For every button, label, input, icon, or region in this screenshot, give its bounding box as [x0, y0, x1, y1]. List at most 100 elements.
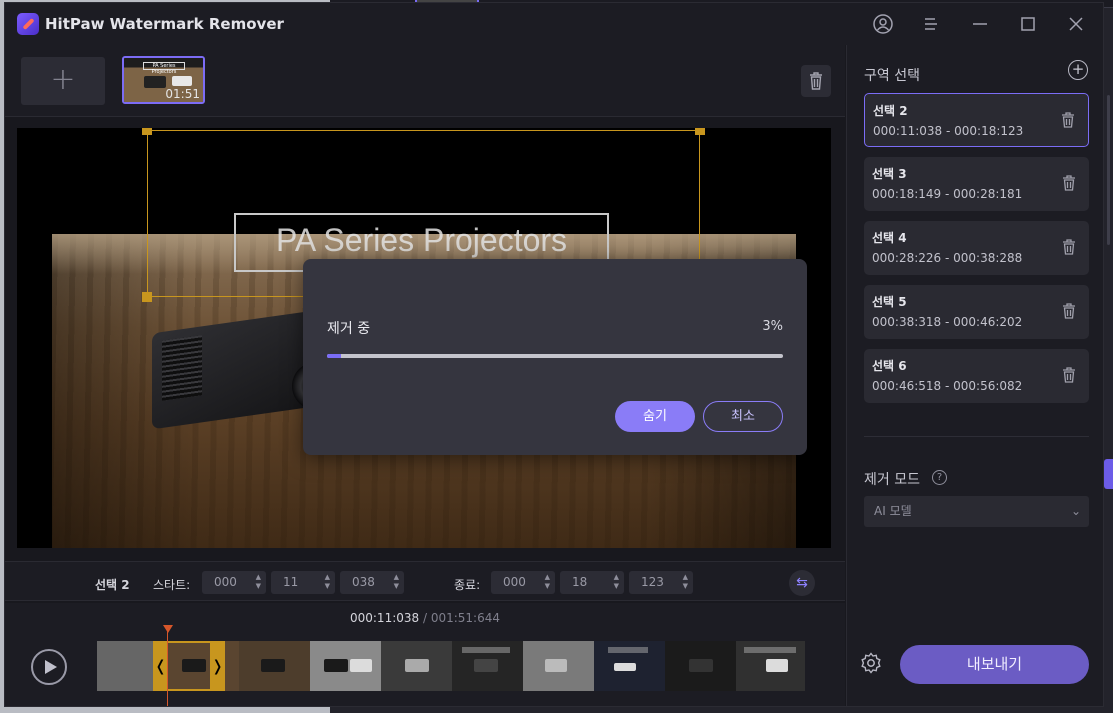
background-window-scrollbar — [1107, 95, 1110, 245]
removal-mode-value: AI 모델 — [874, 504, 912, 518]
region-item[interactable]: 선택 6 000:46:518 - 000:56:082 — [864, 349, 1089, 403]
region-time: 000:38:318 - 000:46:202 — [872, 315, 1023, 329]
filmstrip-frame — [594, 641, 665, 691]
start-label: 스타트: — [153, 578, 191, 592]
region-name: 선택 5 — [872, 295, 907, 309]
playhead-marker[interactable] — [163, 625, 173, 633]
region-name: 선택 2 — [873, 104, 908, 118]
region-item[interactable]: 선택 5 000:38:318 - 000:46:202 — [864, 285, 1089, 339]
region-time: 000:28:226 - 000:38:288 — [872, 251, 1023, 265]
start-millis-stepper[interactable]: 038 ▲ ▼ — [340, 571, 404, 594]
help-icon[interactable]: ? — [932, 470, 947, 485]
end-seconds-stepper[interactable]: 18 ▲ ▼ — [560, 571, 624, 594]
selection-name: 선택 2 — [95, 578, 130, 592]
account-icon[interactable] — [872, 13, 894, 35]
end-minutes-stepper[interactable]: 000 ▲ ▼ — [491, 571, 555, 594]
trash-icon[interactable] — [1061, 302, 1077, 320]
progress-label: 제거 중 — [327, 321, 371, 337]
selection-handle-top-left[interactable] — [142, 128, 152, 135]
settings-icon[interactable] — [859, 651, 883, 675]
time-range-bar: 선택 2 스타트: 000 ▲ ▼ 11 ▲ ▼ 038 ▲ ▼ 종료: 000 ▲ ▼ 18 ▲… — [5, 561, 845, 601]
delete-media-button[interactable] — [801, 65, 831, 97]
region-panel: 구역 선택 + 선택 2 000:11:038 - 000:18:123 선택 … — [846, 45, 1103, 706]
current-time: 000:11:038 — [349, 611, 420, 625]
selection-handle-bottom-left[interactable] — [142, 292, 152, 302]
filmstrip-frame — [523, 641, 594, 691]
stepper-arrows[interactable]: ▲ ▼ — [256, 573, 261, 591]
end-seconds-value: 18 — [572, 575, 588, 589]
end-minutes-value: 000 — [503, 575, 526, 589]
trash-icon — [810, 72, 822, 90]
trash-icon[interactable] — [1061, 238, 1077, 256]
media-toolbar: + PA Series Projectors 01:51 — [5, 45, 845, 117]
video-thumbnail[interactable]: PA Series Projectors 01:51 — [122, 56, 205, 104]
trash-icon[interactable] — [1060, 111, 1076, 129]
stepper-arrows[interactable]: ▲ ▼ — [394, 573, 399, 591]
play-icon — [45, 660, 57, 674]
app-title: HitPaw Watermark Remover — [45, 15, 284, 33]
filmstrip-frame — [310, 641, 381, 691]
chevron-down-icon: ⌄ — [1070, 504, 1081, 518]
app-window: HitPaw Watermark Remover + PA Series Pro… — [4, 2, 1104, 707]
trash-icon[interactable] — [1061, 366, 1077, 384]
minimize-icon[interactable] — [969, 13, 991, 35]
range-start-handle[interactable]: ❬ — [153, 641, 168, 691]
projector-vent — [162, 335, 202, 401]
start-minutes-stepper[interactable]: 000 ▲ ▼ — [202, 571, 266, 594]
removal-progress-dialog: 제거 중 3% 숨기 최소 — [303, 259, 807, 455]
export-button[interactable]: 내보내기 — [900, 645, 1089, 684]
stepper-arrows[interactable]: ▲ ▼ — [683, 573, 688, 591]
filmstrip-frame — [452, 641, 523, 691]
progress-percent: 3% — [762, 319, 783, 334]
start-seconds-stepper[interactable]: 11 ▲ ▼ — [271, 571, 335, 594]
hide-button[interactable]: 숨기 — [615, 401, 695, 432]
swap-icon[interactable]: ⇆ — [789, 570, 815, 596]
region-time: 000:46:518 - 000:56:082 — [872, 379, 1023, 393]
maximize-icon[interactable] — [1017, 13, 1039, 35]
stepper-arrows[interactable]: ▲ ▼ — [614, 573, 619, 591]
region-item[interactable]: 선택 2 000:11:038 - 000:18:123 — [864, 93, 1089, 147]
thumbnail-caption: PA Series Projectors — [143, 62, 185, 75]
menu-icon[interactable] — [920, 13, 942, 35]
cancel-button[interactable]: 최소 — [703, 401, 783, 432]
panel-divider — [864, 436, 1089, 437]
app-logo-icon — [17, 13, 39, 35]
thumbnail-duration: 01:51 — [165, 87, 200, 101]
region-name: 선택 6 — [872, 359, 907, 373]
filmstrip-frame — [736, 641, 805, 691]
selection-handle-top-right[interactable] — [695, 128, 705, 135]
region-name: 선택 3 — [872, 167, 907, 181]
close-icon[interactable] — [1065, 13, 1087, 35]
end-millis-value: 123 — [641, 575, 664, 589]
stepper-arrows[interactable]: ▲ ▼ — [545, 573, 550, 591]
playback-area: 000:11:038 / 001:51:644 ❬ ❭ — [5, 603, 845, 706]
plus-circle-icon[interactable]: + — [1068, 60, 1088, 80]
stepper-arrows[interactable]: ▲ ▼ — [325, 573, 330, 591]
region-panel-title: 구역 선택 — [864, 68, 920, 84]
filmstrip-frame — [239, 641, 310, 691]
play-button[interactable] — [31, 649, 67, 685]
add-media-button[interactable]: + — [21, 57, 105, 105]
removal-mode-select[interactable]: AI 모델 ⌄ — [864, 496, 1089, 527]
thumbnail-projector — [144, 76, 166, 88]
region-item[interactable]: 선택 4 000:28:226 - 000:38:288 — [864, 221, 1089, 275]
filmstrip-frame — [381, 641, 452, 691]
region-time: 000:11:038 - 000:18:123 — [873, 124, 1024, 138]
removal-mode-label: 제거 모드 — [864, 472, 920, 488]
region-name: 선택 4 — [872, 231, 907, 245]
trash-icon[interactable] — [1061, 174, 1077, 192]
region-time: 000:18:149 - 000:28:181 — [872, 187, 1023, 201]
progress-bar-fill — [327, 354, 341, 358]
start-millis-value: 038 — [352, 575, 375, 589]
range-end-handle[interactable]: ❭ — [210, 641, 225, 691]
progress-bar — [327, 354, 783, 358]
filmstrip-frame — [665, 641, 736, 691]
background-window-button — [1104, 459, 1113, 489]
total-time: 001:51:644 — [430, 611, 500, 625]
title-bar: HitPaw Watermark Remover — [5, 3, 1103, 45]
playhead-line[interactable] — [167, 629, 168, 706]
thumbnail-projector-white — [172, 76, 192, 86]
end-millis-stepper[interactable]: 123 ▲ ▼ — [629, 571, 693, 594]
end-label: 종료: — [454, 578, 481, 592]
region-item[interactable]: 선택 3 000:18:149 - 000:28:181 — [864, 157, 1089, 211]
